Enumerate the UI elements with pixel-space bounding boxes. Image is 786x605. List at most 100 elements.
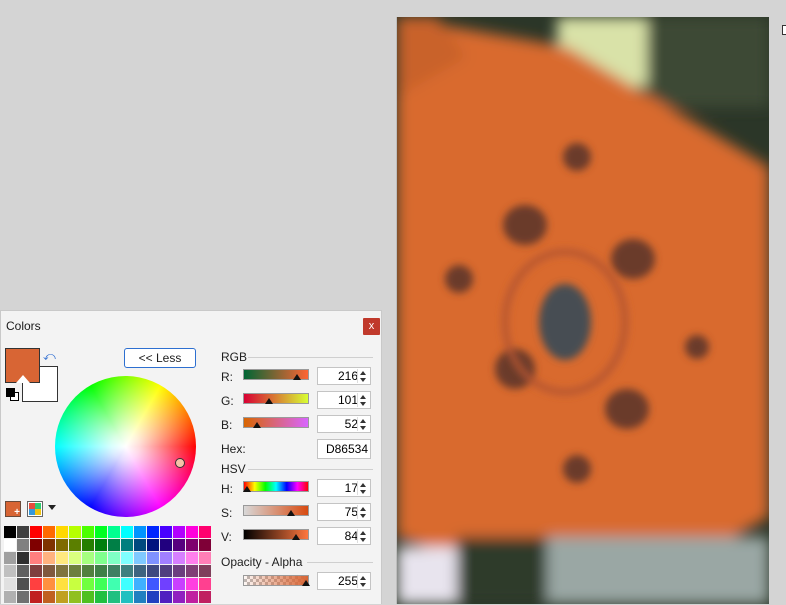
palette-swatch[interactable] bbox=[147, 539, 159, 551]
palette-swatch[interactable] bbox=[108, 552, 120, 564]
canvas-edge-handle[interactable] bbox=[782, 25, 786, 35]
palette-swatch[interactable] bbox=[82, 526, 94, 538]
palette-swatch[interactable] bbox=[108, 578, 120, 590]
palette-swatch[interactable] bbox=[69, 578, 81, 590]
palette-swatch[interactable] bbox=[173, 591, 185, 603]
palette-menu-icon[interactable] bbox=[48, 505, 56, 510]
palette-swatch[interactable] bbox=[121, 591, 133, 603]
g-input[interactable] bbox=[318, 392, 359, 408]
palette-swatch[interactable] bbox=[30, 526, 42, 538]
palette-swatch[interactable] bbox=[173, 526, 185, 538]
palette-swatch[interactable] bbox=[173, 578, 185, 590]
hex-field[interactable] bbox=[317, 439, 371, 459]
alpha-slider[interactable] bbox=[243, 575, 310, 586]
v-spinner[interactable] bbox=[357, 529, 369, 543]
palette-swatch[interactable] bbox=[160, 591, 172, 603]
palette-swatch[interactable] bbox=[121, 526, 133, 538]
s-input[interactable] bbox=[318, 504, 359, 520]
b-input[interactable] bbox=[318, 416, 359, 432]
r-slider[interactable] bbox=[243, 369, 309, 380]
palette-swatch[interactable] bbox=[43, 578, 55, 590]
palette-swatch[interactable] bbox=[17, 552, 29, 564]
palette-swatch[interactable] bbox=[134, 565, 146, 577]
palette-swatch[interactable] bbox=[121, 578, 133, 590]
s-spinner[interactable] bbox=[357, 505, 369, 519]
palette-swatch[interactable] bbox=[4, 578, 16, 590]
palette-swatch[interactable] bbox=[69, 526, 81, 538]
palette-swatch[interactable] bbox=[147, 565, 159, 577]
palette-swatch[interactable] bbox=[134, 539, 146, 551]
palette-swatch[interactable] bbox=[43, 526, 55, 538]
palette-swatch[interactable] bbox=[56, 591, 68, 603]
alpha-spinner[interactable] bbox=[357, 574, 369, 588]
palette-swatch[interactable] bbox=[4, 565, 16, 577]
g-slider[interactable] bbox=[243, 393, 309, 404]
palette-swatch[interactable] bbox=[121, 565, 133, 577]
palette-swatch[interactable] bbox=[134, 591, 146, 603]
b-slider[interactable] bbox=[243, 417, 309, 428]
swap-colors-icon[interactable]: ⤺ bbox=[43, 349, 56, 364]
color-wheel[interactable] bbox=[55, 376, 196, 517]
palette-swatch[interactable] bbox=[199, 539, 211, 551]
alpha-slider-thumb[interactable] bbox=[302, 580, 310, 586]
palette-swatch[interactable] bbox=[134, 552, 146, 564]
palette-swatch[interactable] bbox=[43, 539, 55, 551]
palette-swatch[interactable] bbox=[56, 539, 68, 551]
palette-swatch[interactable] bbox=[4, 591, 16, 603]
palette-swatch[interactable] bbox=[69, 539, 81, 551]
palette-swatch[interactable] bbox=[30, 578, 42, 590]
b-slider-thumb[interactable] bbox=[252, 422, 261, 428]
palette-swatch[interactable] bbox=[108, 526, 120, 538]
palette-swatch[interactable] bbox=[121, 539, 133, 551]
alpha-field[interactable] bbox=[317, 572, 371, 590]
palette-swatch[interactable] bbox=[56, 578, 68, 590]
h-input[interactable] bbox=[318, 480, 359, 496]
palette-swatch[interactable] bbox=[30, 591, 42, 603]
palette-swatch[interactable] bbox=[17, 578, 29, 590]
palette-swatch[interactable] bbox=[82, 552, 94, 564]
primary-color-swatch[interactable] bbox=[5, 348, 40, 383]
palette-swatch[interactable] bbox=[199, 591, 211, 603]
palette-swatch[interactable] bbox=[82, 591, 94, 603]
image-canvas[interactable] bbox=[396, 17, 769, 604]
palette-swatch[interactable] bbox=[186, 565, 198, 577]
palette-swatch[interactable] bbox=[186, 591, 198, 603]
b-spinner[interactable] bbox=[357, 417, 369, 431]
palette-swatch[interactable] bbox=[43, 565, 55, 577]
palette-swatch[interactable] bbox=[147, 552, 159, 564]
palette-swatch[interactable] bbox=[17, 526, 29, 538]
palette-swatch[interactable] bbox=[173, 539, 185, 551]
palette-swatch[interactable] bbox=[199, 565, 211, 577]
palette-swatch[interactable] bbox=[108, 539, 120, 551]
v-slider[interactable] bbox=[243, 529, 309, 540]
palette-swatch[interactable] bbox=[160, 552, 172, 564]
palette-swatch[interactable] bbox=[160, 539, 172, 551]
palette-swatch[interactable] bbox=[82, 539, 94, 551]
palette-swatch[interactable] bbox=[108, 591, 120, 603]
alpha-input[interactable] bbox=[318, 573, 359, 589]
palette-swatch[interactable] bbox=[95, 578, 107, 590]
r-slider-thumb[interactable] bbox=[292, 374, 301, 380]
v-field[interactable] bbox=[317, 527, 371, 545]
g-field[interactable] bbox=[317, 391, 371, 409]
palette-swatch[interactable] bbox=[17, 591, 29, 603]
palette-icon[interactable] bbox=[27, 501, 43, 517]
palette-swatch[interactable] bbox=[82, 565, 94, 577]
palette-swatch[interactable] bbox=[199, 526, 211, 538]
palette-swatch[interactable] bbox=[147, 526, 159, 538]
color-wheel-marker[interactable] bbox=[175, 458, 185, 468]
palette-swatch[interactable] bbox=[108, 565, 120, 577]
palette-swatch[interactable] bbox=[43, 591, 55, 603]
h-field[interactable] bbox=[317, 479, 371, 497]
palette-swatch[interactable] bbox=[95, 552, 107, 564]
palette-swatch[interactable] bbox=[160, 526, 172, 538]
palette-swatch[interactable] bbox=[147, 591, 159, 603]
palette-swatch[interactable] bbox=[121, 552, 133, 564]
palette-swatch[interactable] bbox=[69, 552, 81, 564]
palette-swatch[interactable] bbox=[82, 578, 94, 590]
palette-swatch[interactable] bbox=[186, 539, 198, 551]
hex-input[interactable] bbox=[318, 440, 368, 458]
palette-swatch[interactable] bbox=[4, 526, 16, 538]
palette-swatch[interactable] bbox=[95, 565, 107, 577]
palette-swatch[interactable] bbox=[199, 552, 211, 564]
